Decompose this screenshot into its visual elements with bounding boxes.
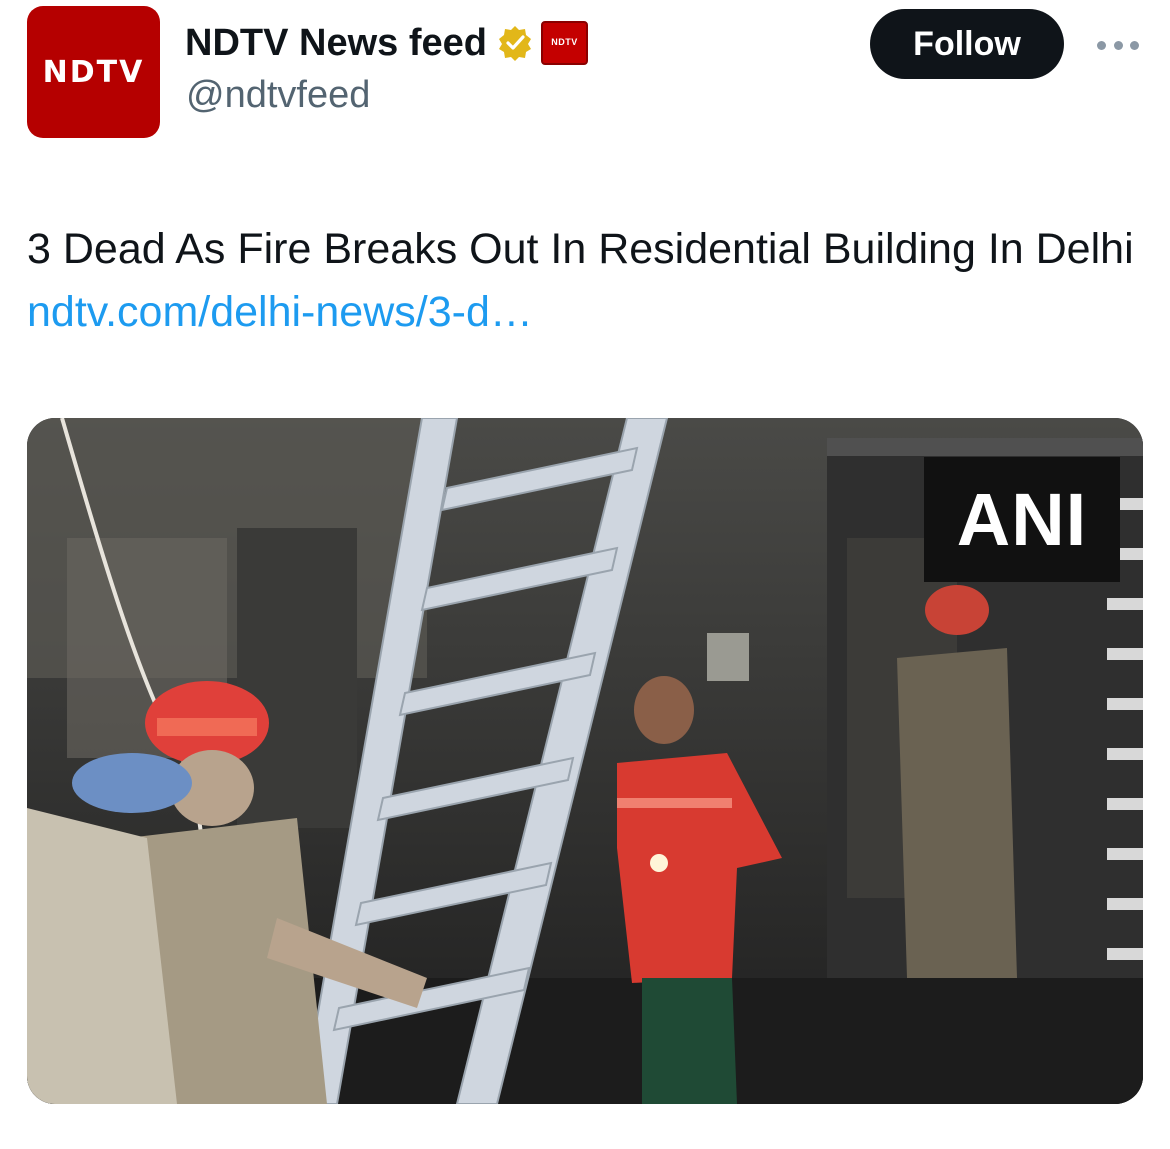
follow-button[interactable]: Follow: [870, 9, 1064, 79]
avatar[interactable]: NDTV: [27, 6, 160, 138]
more-options-icon[interactable]: [1097, 38, 1139, 52]
avatar-logo-text: NDTV: [42, 54, 145, 90]
display-name[interactable]: NDTV News feed: [185, 22, 487, 65]
name-row: NDTV News feed NDTV: [185, 18, 588, 68]
ani-watermark: ANI: [924, 457, 1120, 582]
tweet-media-image[interactable]: ANI: [27, 418, 1143, 1104]
handle[interactable]: @ndtvfeed: [186, 74, 370, 117]
tweet-text: 3 Dead As Fire Breaks Out In Residential…: [27, 218, 1152, 344]
affiliate-badge[interactable]: NDTV: [540, 21, 588, 65]
tweet-body: 3 Dead As Fire Breaks Out In Residential…: [27, 225, 1134, 273]
verified-badge-icon[interactable]: [497, 25, 533, 61]
tweet-link[interactable]: ndtv.com/delhi-news/3-d…: [27, 288, 533, 336]
